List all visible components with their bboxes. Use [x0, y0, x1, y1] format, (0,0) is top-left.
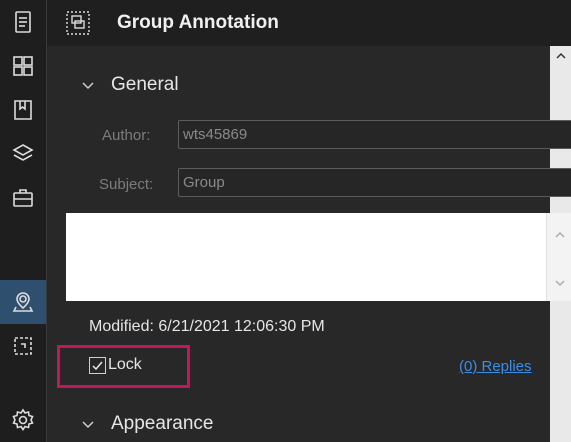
- layers-tool-button[interactable]: [0, 132, 46, 176]
- settings-icon: [12, 408, 34, 431]
- checkmark-icon: [92, 361, 103, 370]
- author-value: wts45869: [183, 126, 248, 143]
- document-icon: [15, 11, 31, 33]
- settings-tool-button[interactable]: [0, 398, 46, 442]
- author-label: Author:: [102, 127, 151, 144]
- lock-checkbox[interactable]: Lock: [89, 356, 142, 374]
- chevron-down-icon: [82, 82, 94, 90]
- tools-tool-button[interactable]: [0, 176, 46, 220]
- note-scrollbar[interactable]: [546, 213, 571, 301]
- scroll-up-icon[interactable]: [555, 50, 567, 62]
- group-annotation-icon: [66, 11, 90, 35]
- lock-label: Lock: [108, 356, 142, 373]
- layers-icon: [12, 144, 34, 161]
- subject-value: Group: [183, 174, 225, 191]
- panel-header: Group Annotation: [47, 0, 571, 46]
- modified-timestamp: Modified: 6/21/2021 12:06:30 PM: [89, 318, 325, 335]
- section-appearance-toggle[interactable]: Appearance: [81, 413, 213, 435]
- chevron-down-icon: [82, 421, 94, 429]
- select-icon: [14, 337, 32, 355]
- document-tool-button[interactable]: [0, 0, 46, 44]
- scroll-up-icon[interactable]: [554, 229, 566, 241]
- grid-icon: [13, 56, 33, 76]
- panel-title: Group Annotation: [117, 12, 279, 33]
- briefcase-icon: [13, 189, 33, 207]
- replies-link[interactable]: (0) Replies: [459, 358, 532, 375]
- scroll-down-icon[interactable]: [554, 277, 566, 289]
- location-icon: [12, 292, 34, 312]
- bookmark-icon: [14, 100, 32, 120]
- properties-panel: Group Annotation General Author: wts4586…: [47, 0, 571, 442]
- author-field[interactable]: wts45869: [178, 120, 571, 149]
- selection-tool-button[interactable]: [0, 324, 46, 368]
- section-general-toggle[interactable]: General: [81, 74, 179, 96]
- bookmarks-tool-button[interactable]: [0, 88, 46, 132]
- subject-label: Subject:: [99, 176, 154, 193]
- thumbnails-tool-button[interactable]: [0, 44, 46, 88]
- note-textarea[interactable]: [66, 213, 546, 301]
- section-appearance-label: Appearance: [111, 413, 214, 434]
- subject-field[interactable]: Group: [178, 168, 571, 197]
- annotations-tool-button[interactable]: [0, 280, 46, 324]
- checkbox-box[interactable]: [89, 356, 106, 374]
- left-toolbar: [0, 0, 46, 442]
- section-general-label: General: [111, 74, 179, 95]
